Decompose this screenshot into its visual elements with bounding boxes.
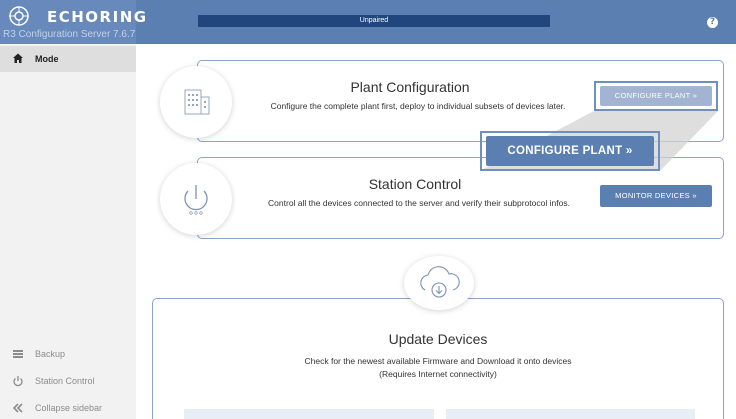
status-bar: Unpaired [198,15,550,27]
sidebar: Mode Backup Station Control Collapse sid… [0,44,136,419]
sidebar-item-label: Collapse sidebar [35,403,103,413]
monitor-devices-button[interactable]: MONITOR DEVICES » [600,185,712,207]
plant-title: Plant Configuration [350,79,470,95]
double-chevron-left-icon [12,403,23,413]
help-icon[interactable]: ? [707,17,718,28]
echoring-logo-icon [9,6,29,26]
configure-plant-zoomed-button[interactable]: CONFIGURE PLANT » [486,136,654,166]
station-icon-circle [160,163,232,235]
configure-plant-button[interactable]: CONFIGURE PLANT » [600,86,712,106]
plant-description: Configure the complete plant first, depl… [270,101,566,111]
brand-name: ECHORING [47,8,148,26]
power-icon [184,185,208,215]
power-icon [13,376,23,387]
sidebar-item-label: Station Control [35,376,95,386]
list-icon [13,350,23,358]
plant-icon-circle [160,66,232,138]
sidebar-item-station-control[interactable]: Station Control [0,369,136,393]
sidebar-item-mode[interactable]: Mode [0,46,136,72]
brand: ECHORING R3 Configuration Server 7.6.7 [0,0,146,44]
sidebar-item-backup[interactable]: Backup [0,342,136,366]
update-description-line1: Check for the newest available Firmware … [304,356,572,366]
brand-subtitle: R3 Configuration Server 7.6.7 [3,29,136,40]
home-icon [13,53,23,63]
sidebar-item-label: Mode [35,54,59,64]
building-icon [184,89,210,115]
sidebar-item-collapse[interactable]: Collapse sidebar [0,396,136,419]
sidebar-item-label: Backup [35,349,66,359]
top-bar: ECHORING R3 Configuration Server 7.6.7 U… [0,0,736,44]
update-description-line2: (Requires Internet connectivity) [379,369,497,379]
cloud-download-icon [420,266,460,298]
update-icon-circle [404,256,474,310]
station-title: Station Control [368,176,462,192]
station-description: Control all the devices connected to the… [268,198,570,208]
update-title: Update Devices [388,331,488,347]
update-panel-left [184,409,434,419]
update-panel-right [446,409,695,419]
